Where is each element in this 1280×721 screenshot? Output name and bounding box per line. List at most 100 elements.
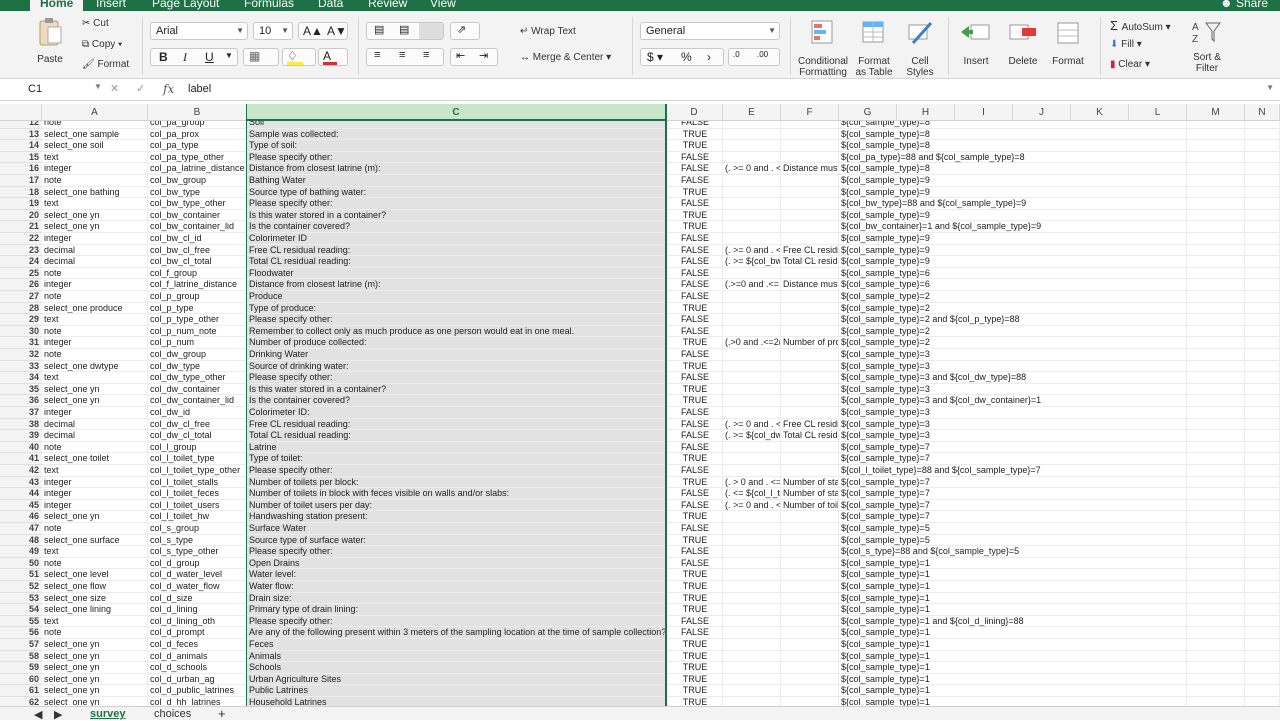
cell-c[interactable]: Urban Agriculture Sites xyxy=(247,673,666,686)
cell-d[interactable]: FALSE xyxy=(666,291,723,303)
cell-f[interactable]: Number of toil xyxy=(781,499,839,512)
cell-a[interactable]: select_one yn xyxy=(42,209,148,222)
cell-g[interactable]: ${col_sample_type}=3 xyxy=(839,361,1139,373)
cell-empty[interactable] xyxy=(1245,360,1280,373)
cell-b[interactable]: col_d_urban_ag xyxy=(148,673,247,686)
cell-b[interactable]: col_p_type_other xyxy=(148,314,247,326)
cell-a[interactable]: note xyxy=(42,627,148,639)
cell-f[interactable] xyxy=(781,604,839,616)
cell-d[interactable]: FALSE xyxy=(666,499,723,512)
row-header[interactable]: 27 xyxy=(0,291,42,303)
increase-font-icon[interactable]: A▲ xyxy=(303,24,323,38)
cell-b[interactable]: col_s_type xyxy=(148,534,247,547)
cell-b[interactable]: col_p_num_note xyxy=(148,325,247,338)
column-header-m[interactable]: M xyxy=(1187,104,1245,121)
cell-a[interactable]: integer xyxy=(42,279,148,291)
cell-empty[interactable] xyxy=(1187,546,1245,558)
row-header[interactable]: 52 xyxy=(0,581,42,593)
cell-empty[interactable] xyxy=(1139,581,1187,593)
insert-cells-button[interactable]: Insert xyxy=(952,19,1000,67)
fill-color-button[interactable]: ♢ xyxy=(282,48,316,66)
cell-f[interactable] xyxy=(781,581,839,593)
cell-d[interactable]: FALSE xyxy=(666,151,723,164)
cell-empty[interactable] xyxy=(1139,615,1187,628)
format-as-table-button[interactable]: Format as Table xyxy=(852,19,896,78)
row-header[interactable]: 12 xyxy=(0,121,42,129)
align-center-icon[interactable]: ≡ xyxy=(399,49,405,61)
cell-c[interactable]: Feces xyxy=(247,639,666,651)
cell-g[interactable]: ${col_sample_type}=6 xyxy=(839,279,1139,291)
row-header[interactable]: 57 xyxy=(0,639,42,651)
cell-e[interactable] xyxy=(723,360,781,373)
row-header[interactable]: 13 xyxy=(0,128,42,141)
cell-empty[interactable] xyxy=(1187,383,1245,396)
cell-d[interactable]: TRUE xyxy=(666,453,723,465)
currency-icon[interactable]: $ ▾ xyxy=(647,50,663,64)
cell-b[interactable]: col_l_toilet_users xyxy=(148,499,247,512)
cell-c[interactable]: Distance from closest latrine (m): xyxy=(247,279,666,291)
cell-e[interactable] xyxy=(723,511,781,523)
cell-g[interactable]: ${col_sample_type}=2 and ${col_p_type}=8… xyxy=(839,314,1139,326)
column-header-l[interactable]: L xyxy=(1129,104,1187,121)
cell-e[interactable] xyxy=(723,534,781,547)
cell-empty[interactable] xyxy=(1139,256,1187,268)
cell-empty[interactable] xyxy=(1139,186,1187,199)
row-header[interactable]: 30 xyxy=(0,325,42,338)
cell-d[interactable]: TRUE xyxy=(666,511,723,523)
cell-d[interactable]: FALSE xyxy=(666,523,723,535)
cell-g[interactable]: ${col_sample_type}=8 xyxy=(839,121,1139,129)
cell-b[interactable]: col_l_toilet_type xyxy=(148,453,247,465)
cell-empty[interactable] xyxy=(1139,662,1187,674)
cell-b[interactable]: col_bw_type_other xyxy=(148,198,247,210)
cell-c[interactable]: Number of toilets per block: xyxy=(247,476,666,489)
cell-empty[interactable] xyxy=(1245,395,1280,407)
row-header[interactable]: 41 xyxy=(0,453,42,465)
cell-d[interactable]: FALSE xyxy=(666,627,723,639)
cell-d[interactable]: TRUE xyxy=(666,534,723,547)
cell-b[interactable]: col_bw_cl_id xyxy=(148,233,247,245)
conditional-formatting-button[interactable]: Conditional Formatting xyxy=(794,19,852,78)
cell-g[interactable]: ${col_sample_type}=2 xyxy=(839,291,1139,303)
cell-b[interactable]: col_dw_group xyxy=(148,349,247,361)
cell-a[interactable]: decimal xyxy=(42,244,148,257)
align-bottom-icon[interactable] xyxy=(419,23,443,39)
cell-b[interactable]: col_s_group xyxy=(148,523,247,535)
cell-empty[interactable] xyxy=(1245,221,1280,233)
cell-empty[interactable] xyxy=(1139,685,1187,697)
cell-empty[interactable] xyxy=(1139,325,1187,338)
cell-a[interactable]: integer xyxy=(42,337,148,349)
tab-home[interactable]: Home xyxy=(30,0,84,11)
cell-c[interactable]: Please specify other: xyxy=(247,615,666,628)
cell-b[interactable]: col_f_group xyxy=(148,267,247,280)
cell-c[interactable]: Please specify other: xyxy=(247,198,666,210)
cell-e[interactable] xyxy=(723,441,781,454)
cell-c[interactable]: Household Latrines xyxy=(247,697,666,706)
cell-c[interactable]: Number of toilets in block with feces vi… xyxy=(247,488,666,500)
cell-empty[interactable] xyxy=(1187,685,1245,697)
cell-empty[interactable] xyxy=(1245,557,1280,570)
cell-d[interactable]: FALSE xyxy=(666,244,723,257)
row-header[interactable]: 34 xyxy=(0,372,42,384)
cell-f[interactable] xyxy=(781,198,839,210)
cell-empty[interactable] xyxy=(1187,325,1245,338)
cell-empty[interactable] xyxy=(1245,349,1280,361)
decrease-decimal-icon[interactable]: .00 xyxy=(757,50,768,59)
cell-d[interactable]: TRUE xyxy=(666,697,723,706)
format-painter-button[interactable]: 🖌 Format xyxy=(82,59,129,70)
cell-e[interactable] xyxy=(723,302,781,315)
cell-a[interactable]: select_one surface xyxy=(42,534,148,547)
cell-f[interactable] xyxy=(781,175,839,187)
cell-a[interactable]: text xyxy=(42,151,148,164)
row-header[interactable]: 26 xyxy=(0,279,42,291)
cut-button[interactable]: ✂ Cut xyxy=(82,18,109,29)
cell-f[interactable] xyxy=(781,534,839,547)
row-header[interactable]: 33 xyxy=(0,360,42,373)
cell-f[interactable]: Free CL residi xyxy=(781,244,839,257)
clear-button[interactable]: ▮ Clear ▾ xyxy=(1110,59,1150,70)
cell-empty[interactable] xyxy=(1139,383,1187,396)
cell-empty[interactable] xyxy=(1139,244,1187,257)
cell-b[interactable]: col_f_latrine_distance xyxy=(148,279,247,291)
cell-f[interactable] xyxy=(781,383,839,396)
row-header[interactable]: 25 xyxy=(0,267,42,280)
cell-c[interactable]: Source type of bathing water: xyxy=(247,186,666,199)
